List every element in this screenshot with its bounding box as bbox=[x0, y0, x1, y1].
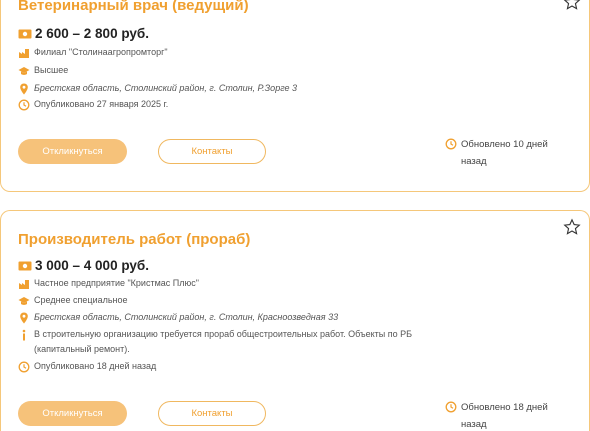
clock-icon bbox=[445, 401, 457, 413]
address-row: Брестская область, Столинский район, г. … bbox=[18, 310, 338, 325]
published-date: Опубликовано 18 дней назад bbox=[34, 361, 157, 371]
address: Брестская область, Столинский район, г. … bbox=[34, 83, 298, 93]
location-pin-icon bbox=[20, 83, 28, 94]
vacancy-card: Ветеринарный врач (ведущий) 2 600 – 2 80… bbox=[0, 0, 590, 192]
updated-text: Обновлено 18 дней назад bbox=[461, 402, 548, 430]
money-icon bbox=[18, 29, 32, 38]
contacts-button[interactable]: Контакты bbox=[158, 139, 266, 164]
employer-row: Филиал "Столинаагропромторг" bbox=[18, 45, 168, 60]
respond-button[interactable]: Откликнуться bbox=[18, 401, 127, 426]
graduation-cap-icon bbox=[18, 66, 30, 75]
updated-info: Обновлено 18 дней назад bbox=[445, 399, 561, 431]
respond-button[interactable]: Откликнуться bbox=[18, 139, 127, 164]
vacancy-title[interactable]: Производитель работ (прораб) bbox=[18, 231, 250, 248]
graduation-cap-icon bbox=[18, 296, 30, 305]
updated-info: Обновлено 10 дней назад bbox=[445, 136, 561, 170]
clock-icon bbox=[445, 138, 457, 150]
employer: Частное предприятие "Кристмас Плюс" bbox=[34, 278, 199, 288]
salary-row: 3 000 – 4 000 руб. bbox=[18, 258, 149, 273]
vacancy-title[interactable]: Ветеринарный врач (ведущий) bbox=[18, 0, 249, 14]
address-row: Брестская область, Столинский район, г. … bbox=[18, 81, 297, 96]
vacancy-card: Производитель работ (прораб) 3 000 – 4 0… bbox=[0, 210, 590, 431]
salary: 2 600 – 2 800 руб. bbox=[35, 26, 149, 41]
education-row: Высшее bbox=[18, 63, 68, 78]
education-row: Среднее специальное bbox=[18, 293, 128, 308]
education: Высшее bbox=[34, 65, 69, 75]
description-row: В строительную организацию требуется про… bbox=[18, 327, 414, 357]
clock-icon bbox=[18, 361, 30, 372]
factory-icon bbox=[19, 48, 29, 58]
description: В строительную организацию требуется про… bbox=[34, 329, 412, 354]
published-row: Опубликовано 18 дней назад bbox=[18, 359, 156, 374]
info-icon bbox=[22, 329, 26, 340]
location-pin-icon bbox=[20, 312, 28, 323]
salary-row: 2 600 – 2 800 руб. bbox=[18, 26, 149, 41]
employer: Филиал "Столинаагропромторг" bbox=[34, 47, 168, 57]
contacts-button[interactable]: Контакты bbox=[158, 401, 266, 426]
published-date: Опубликовано 27 января 2025 г. bbox=[34, 99, 169, 109]
clock-icon bbox=[18, 99, 30, 110]
salary: 3 000 – 4 000 руб. bbox=[35, 258, 149, 273]
address: Брестская область, Столинский район, г. … bbox=[34, 312, 339, 322]
education: Среднее специальное bbox=[34, 295, 128, 305]
published-row: Опубликовано 27 января 2025 г. bbox=[18, 97, 168, 112]
favorite-star-icon[interactable] bbox=[563, 218, 581, 236]
money-icon bbox=[18, 261, 32, 270]
favorite-star-icon[interactable] bbox=[563, 0, 581, 11]
factory-icon bbox=[19, 279, 29, 289]
updated-text: Обновлено 10 дней назад bbox=[461, 139, 548, 167]
employer-row: Частное предприятие "Кристмас Плюс" bbox=[18, 276, 199, 291]
